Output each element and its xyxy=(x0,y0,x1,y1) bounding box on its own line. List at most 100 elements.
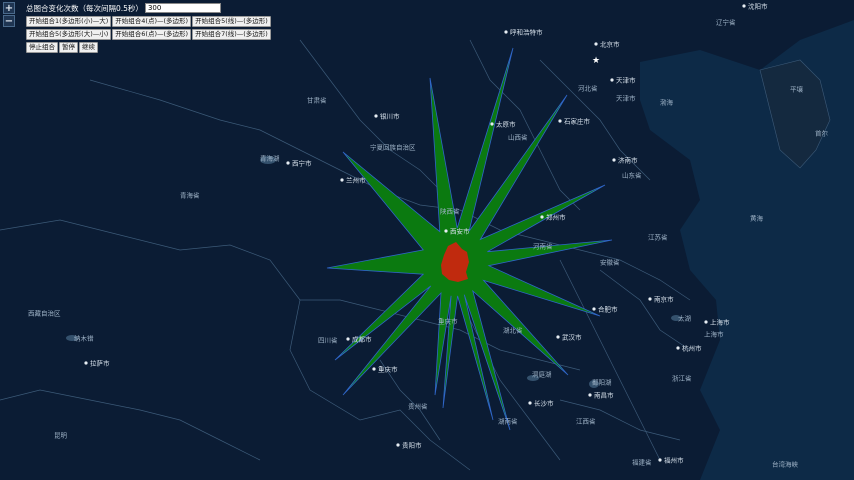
city-label: 宁夏回族自治区 xyxy=(370,143,416,152)
zoom-control: + − xyxy=(3,2,15,28)
city-name: 呼和浩特市 xyxy=(510,28,543,37)
city-dot-icon xyxy=(556,335,560,339)
city-label: 湖北省 xyxy=(503,326,523,335)
zoom-out-button[interactable]: − xyxy=(3,15,15,27)
city-label: 山西省 xyxy=(508,133,528,142)
city-dot-icon xyxy=(490,122,494,126)
city-name: 渤海 xyxy=(660,98,674,107)
city-name: 黄海 xyxy=(750,214,764,223)
city-label: 四川省 xyxy=(318,336,338,345)
city-name: 石家庄市 xyxy=(564,117,591,126)
city-dot-icon xyxy=(594,42,598,46)
city-name: 西藏自治区 xyxy=(28,309,61,318)
map-canvas[interactable]: 沈阳市辽宁省呼和浩特市北京市★天津市河北省天津市平壤首尔渤海黄海甘肃省银川市太原… xyxy=(0,0,854,480)
city-name: 武汉市 xyxy=(562,333,582,342)
zoom-in-button[interactable]: + xyxy=(3,2,15,14)
city-name: 南昌市 xyxy=(594,391,614,400)
city-label: 河北省 xyxy=(578,84,598,93)
city-label: 浙江省 xyxy=(672,374,692,383)
capital-star-icon: ★ xyxy=(592,56,600,66)
combo-6-button[interactable]: 开始组合6(点)—(多边形) xyxy=(112,28,192,40)
city-label: 青海湖 xyxy=(260,154,280,163)
city-name: 兰州市 xyxy=(346,176,366,185)
city-dot-icon xyxy=(346,337,350,341)
city-name: 四川省 xyxy=(318,336,338,345)
city-name: 江西省 xyxy=(576,417,596,426)
combo-7-button[interactable]: 开始组合7(线)—(多边形) xyxy=(192,28,271,40)
city-name: 安徽省 xyxy=(600,258,620,267)
city-label: 呼和浩特市 xyxy=(504,28,543,37)
city-name: 青海湖 xyxy=(260,154,280,163)
city-dot-icon xyxy=(444,229,448,233)
city-name: 洞庭湖 xyxy=(532,370,552,379)
city-dot-icon xyxy=(84,361,88,365)
city-label: 洞庭湖 xyxy=(532,370,552,379)
city-label: 纳木错 xyxy=(74,334,94,343)
city-name: 甘肃省 xyxy=(307,96,327,105)
combo-4-button[interactable]: 开始组合4(点)—(多边形) xyxy=(112,15,192,27)
control-row-3: 停止组合 暂停 继续 xyxy=(26,41,272,53)
city-name: 昆明 xyxy=(54,432,68,440)
control-row-title: 总图合变化次数（每次间隔0.5秒） xyxy=(26,2,272,14)
city-name: 福建省 xyxy=(632,458,652,467)
city-dot-icon xyxy=(286,161,290,165)
combo-5-line-button[interactable]: 开始组合5(线)—(多边形) xyxy=(192,15,271,27)
city-name: 平壤 xyxy=(790,85,804,94)
city-dot-icon xyxy=(558,119,562,123)
city-label: 山东省 xyxy=(622,171,642,180)
city-dot-icon xyxy=(540,215,544,219)
city-name: 河南省 xyxy=(533,242,553,251)
control-row-1: 开始组合1(多边形(小)—大) 开始组合4(点)—(多边形) 开始组合5(线)—… xyxy=(26,15,272,27)
change-count-label: 总图合变化次数（每次间隔0.5秒） xyxy=(26,3,143,13)
continue-button[interactable]: 继续 xyxy=(79,41,98,53)
pause-button[interactable]: 暂停 xyxy=(59,41,78,53)
city-name: 陕西省 xyxy=(440,207,460,216)
city-name: 西安市 xyxy=(450,227,470,236)
city-dot-icon xyxy=(648,297,652,301)
city-name: 重庆市 xyxy=(438,317,458,326)
city-name: 首尔 xyxy=(815,129,829,138)
combo-1-button[interactable]: 开始组合1(多边形(小)—大) xyxy=(26,15,112,27)
city-label: 辽宁省 xyxy=(716,18,736,27)
city-dot-icon xyxy=(374,114,378,118)
city-name: 合肥市 xyxy=(598,305,618,314)
city-dot-icon xyxy=(704,320,708,324)
city-label: 台湾海峡 xyxy=(772,460,799,469)
city-name: 江苏省 xyxy=(648,233,668,242)
change-count-input[interactable] xyxy=(144,3,221,13)
city-dot-icon xyxy=(612,158,616,162)
city-label: ★ xyxy=(592,56,600,66)
stop-combo-button[interactable]: 停止组合 xyxy=(26,41,58,53)
city-dot-icon xyxy=(396,443,400,447)
city-name: 济南市 xyxy=(618,156,638,165)
city-label: 重庆市 xyxy=(438,317,458,326)
city-name: 长沙市 xyxy=(534,399,554,408)
city-name: 辽宁省 xyxy=(716,18,736,27)
city-name: 贵州省 xyxy=(408,402,428,411)
city-name: 青海省 xyxy=(180,191,200,200)
combo-5-polygon-button[interactable]: 开始组合5(多边形(大)—小) xyxy=(26,28,112,40)
city-label: 鄱阳湖 xyxy=(592,378,612,387)
city-label: 平壤 xyxy=(790,85,804,94)
city-name: 银川市 xyxy=(380,112,400,121)
city-name: 沈阳市 xyxy=(748,2,768,11)
city-label: 太湖 xyxy=(678,314,692,323)
city-label: 甘肃省 xyxy=(307,96,327,105)
city-dot-icon xyxy=(592,307,596,311)
city-dot-icon xyxy=(610,78,614,82)
city-label: 西藏自治区 xyxy=(28,309,61,318)
city-name: 山东省 xyxy=(622,171,642,180)
city-name: 湖南省 xyxy=(498,417,518,426)
city-label: 安徽省 xyxy=(600,258,620,267)
city-label: 湖南省 xyxy=(498,417,518,426)
city-label: 天津市 xyxy=(616,94,636,103)
city-dot-icon xyxy=(676,346,680,350)
city-name: 浙江省 xyxy=(672,374,692,383)
city-dot-icon xyxy=(528,401,532,405)
city-dot-icon xyxy=(742,4,746,8)
city-dot-icon xyxy=(504,30,508,34)
city-label: 江西省 xyxy=(576,417,596,426)
city-label: 福建省 xyxy=(632,458,652,467)
city-name: 重庆市 xyxy=(378,365,398,374)
city-name: 天津市 xyxy=(616,76,636,85)
